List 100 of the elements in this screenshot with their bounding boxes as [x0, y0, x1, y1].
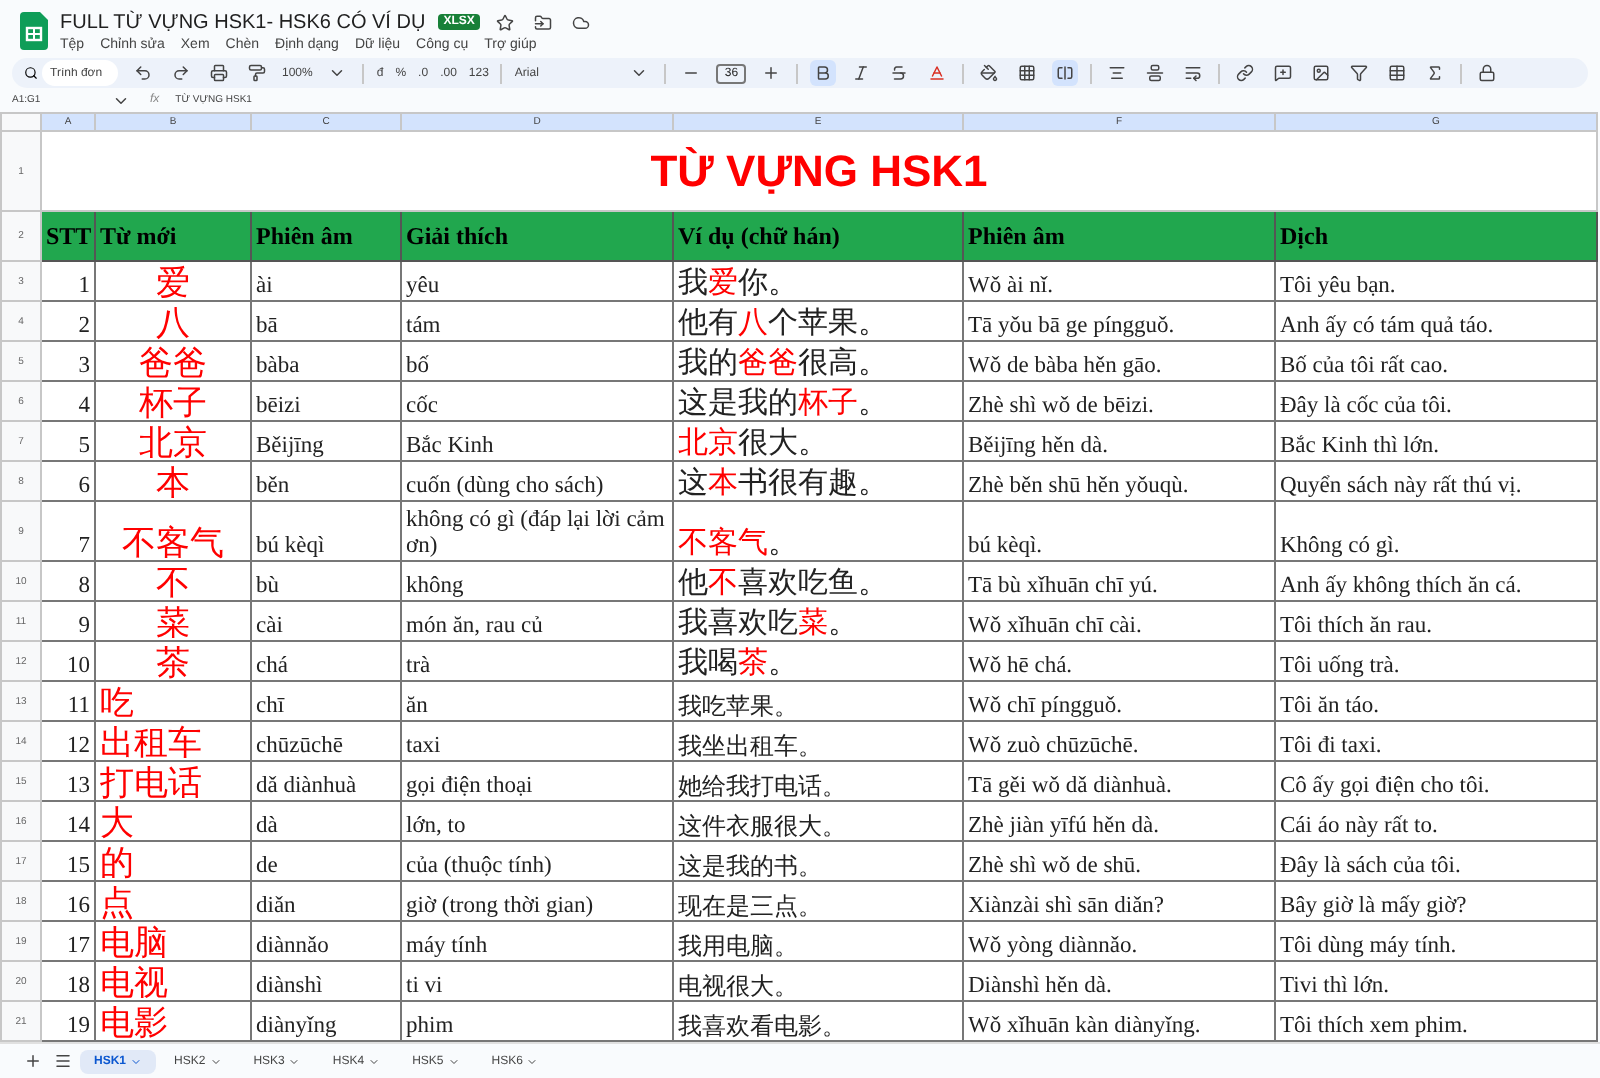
table-cell: Tôi yêu bạn. — [1275, 261, 1597, 302]
header-cell[interactable]: Giải thích — [401, 211, 673, 262]
table-cell: Wǒ hē chá. — [963, 641, 1275, 682]
table-cell: 电视 — [95, 961, 251, 1002]
table-cell: Wǒ zuò chūzūchē. — [963, 721, 1275, 762]
table-cell: cuốn (dùng cho sách) — [401, 461, 673, 502]
table-cell: bàba — [251, 341, 401, 382]
header-cell[interactable]: Ví dụ (chữ hán) — [673, 211, 963, 262]
header-cell[interactable]: Dịch — [1275, 211, 1597, 262]
caret-icon[interactable] — [526, 1055, 539, 1068]
table-cell: Zhè běn shū hěn yǒuqù. — [963, 461, 1275, 502]
table-cell: chūzūchē — [251, 721, 401, 762]
table-cell: 她给我打电话。 — [673, 761, 963, 802]
table-cell: Xiànzài shì sān diǎn? — [963, 881, 1275, 922]
table-cell: chá — [251, 641, 401, 682]
merge-cells-icon[interactable] — [1052, 60, 1079, 87]
header-cell[interactable]: Từ mới — [95, 211, 251, 262]
table-cell: 1 — [41, 261, 95, 302]
filter-icon[interactable] — [1346, 60, 1373, 87]
table-cell: 我用电脑。 — [673, 921, 963, 962]
table-cell: bố — [401, 341, 673, 382]
table-cell: Bắc Kinh — [401, 421, 673, 462]
table-cell: 3 — [41, 341, 95, 382]
sheets-logo[interactable] — [20, 11, 48, 50]
table-cell: Cái áo này rất to. — [1275, 801, 1597, 842]
document-title[interactable]: FULL TỪ VỰNG HSK1- HSK6 CÓ VÍ DỤ — [60, 11, 426, 34]
table-cell: 北京 — [95, 421, 251, 462]
borders-icon[interactable] — [1014, 60, 1041, 87]
lock-icon[interactable] — [1474, 60, 1501, 87]
fill-color-icon[interactable] — [976, 60, 1003, 87]
table-cell: lớn, to — [401, 801, 673, 842]
header-cell[interactable]: Phiên âm — [963, 211, 1275, 262]
caret-icon[interactable] — [209, 1055, 222, 1068]
table-cell: Tā yǒu bā ge píngguǒ. — [963, 301, 1275, 342]
table-cell: 11 — [41, 681, 95, 722]
table-cell: không — [401, 561, 673, 602]
table-cell: món ăn, rau củ — [401, 601, 673, 642]
table-cell: Đây là sách của tôi. — [1275, 841, 1597, 882]
star-icon[interactable] — [492, 9, 519, 36]
header-cell[interactable]: STT — [41, 211, 95, 262]
table-cell: 10 — [41, 641, 95, 682]
comment-icon[interactable] — [1270, 60, 1297, 87]
table-cell: 这是我的书。 — [673, 841, 963, 882]
caret-icon[interactable] — [447, 1055, 460, 1068]
table-cell: 9 — [41, 601, 95, 642]
table-cell: dǎ diànhuà — [251, 761, 401, 802]
table-cell: Wǒ yòng diànnǎo. — [963, 921, 1275, 962]
table-cell: Zhè jiàn yīfú hěn dà. — [963, 801, 1275, 842]
table-cell: Quyển sách này rất thú vị. — [1275, 461, 1597, 502]
table-cell: 吃 — [95, 681, 251, 722]
table-cell: 爸爸 — [95, 341, 251, 382]
table-cell: không có gì (đáp lại lời cảm ơn) — [401, 501, 673, 562]
table-cell: 菜 — [95, 601, 251, 642]
table-cell: diǎn — [251, 881, 401, 922]
table-cell: bēizi — [251, 381, 401, 422]
table-cell: Wǒ xǐhuān chī cài. — [963, 601, 1275, 642]
table-cell: 5 — [41, 421, 95, 462]
caret-icon[interactable] — [368, 1055, 381, 1068]
header-cell[interactable]: Phiên âm — [251, 211, 401, 262]
table-cell: bú kèqì. — [963, 501, 1275, 562]
table-cell: bù — [251, 561, 401, 602]
table-cell: bú kèqì — [251, 501, 401, 562]
table-cell: chī — [251, 681, 401, 722]
table-cell: 茶 — [95, 641, 251, 682]
table-cell: ăn — [401, 681, 673, 722]
table-cell: 不客气 — [95, 501, 251, 562]
table-cell: 18 — [41, 961, 95, 1002]
link-icon[interactable] — [1232, 60, 1259, 87]
table-cell: Zhè shì wǒ de bēizi. — [963, 381, 1275, 422]
table-cell: běn — [251, 461, 401, 502]
table-cell: 13 — [41, 761, 95, 802]
table-cell: dà — [251, 801, 401, 842]
table-cell: de — [251, 841, 401, 882]
table-cell: 打电话 — [95, 761, 251, 802]
table-cell: Không có gì. — [1275, 501, 1597, 562]
table-cell: 2 — [41, 301, 95, 342]
table-cell: 不 — [95, 561, 251, 602]
table-cell: 他不喜欢吃鱼。 — [673, 561, 963, 602]
table-cell: Tivi thì lớn. — [1275, 961, 1597, 1002]
table-cell: 的 — [95, 841, 251, 882]
table-cell: 不客气。 — [673, 501, 963, 562]
table-cell: giờ (trong thời gian) — [401, 881, 673, 922]
table-cell: Tôi ăn táo. — [1275, 681, 1597, 722]
print-icon[interactable] — [206, 60, 232, 87]
table-cell: 我吃苹果。 — [673, 681, 963, 722]
table-cell: 6 — [41, 461, 95, 502]
bold-icon[interactable] — [810, 60, 837, 87]
table-cell: Wǒ chī píngguǒ. — [963, 681, 1275, 722]
table-cell: ài — [251, 261, 401, 302]
table-cell: 八 — [95, 301, 251, 342]
search-icon[interactable] — [24, 66, 38, 81]
table-cell: Tā bù xǐhuān chī yú. — [963, 561, 1275, 602]
table-cell: taxi — [401, 721, 673, 762]
paint-format-icon[interactable] — [244, 60, 270, 87]
table-cell: Bắc Kinh thì lớn. — [1275, 421, 1597, 462]
table-cell: Tôi thích ăn rau. — [1275, 601, 1597, 642]
table-cell: 他有八个苹果。 — [673, 301, 963, 342]
vertical-align-icon[interactable] — [1142, 60, 1169, 87]
caret-icon[interactable] — [288, 1055, 301, 1068]
table-cell: 点 — [95, 881, 251, 922]
